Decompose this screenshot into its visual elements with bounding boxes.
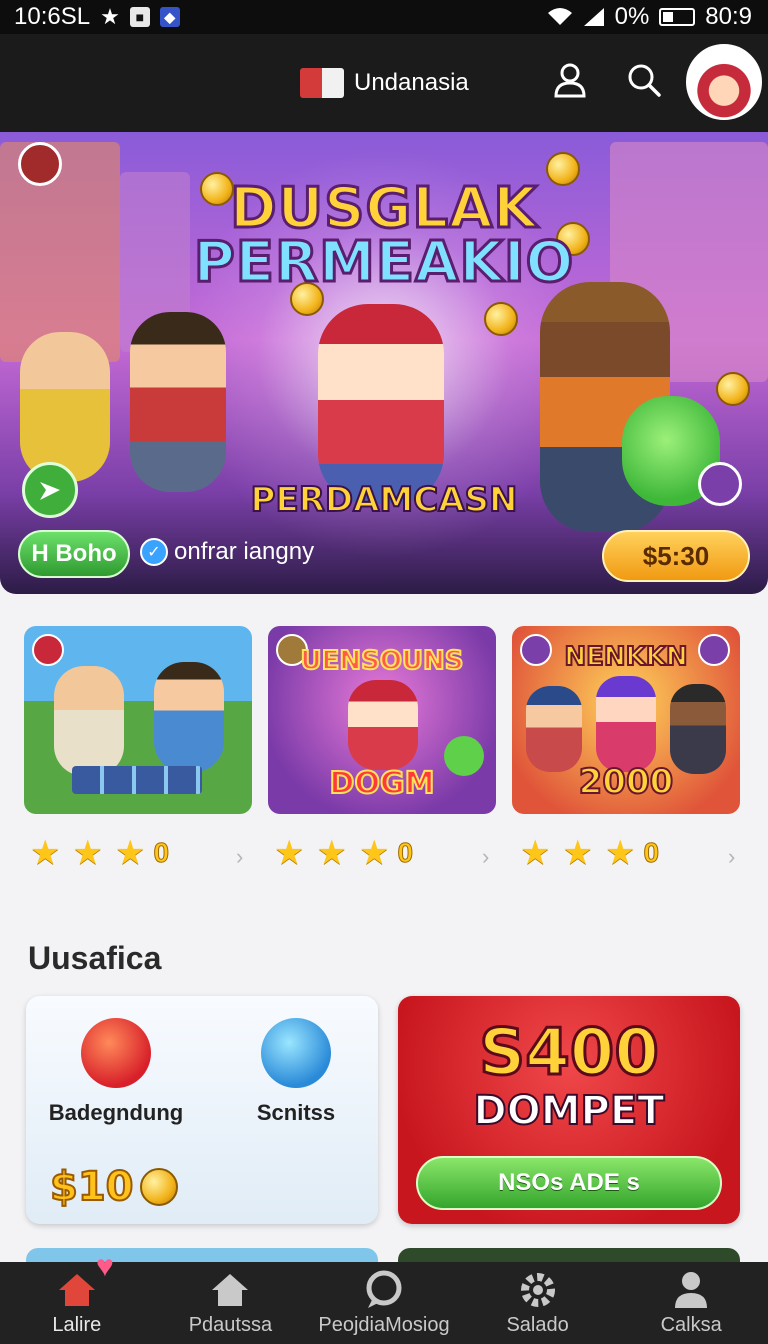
rating-1: ★ ★ ★ 0 bbox=[30, 834, 170, 872]
game-card-3-title: NENKKN bbox=[563, 641, 688, 673]
check-icon: ✓ bbox=[140, 538, 168, 566]
star-icon: ★ bbox=[358, 834, 390, 872]
status-time: 10:6SL bbox=[14, 3, 91, 30]
character-boy bbox=[130, 312, 226, 492]
battery-icon bbox=[659, 8, 696, 26]
brand-name: Undanasia bbox=[354, 69, 469, 96]
app-icon: ◆ bbox=[159, 7, 180, 27]
nav-item-2[interactable]: Pdautssa bbox=[154, 1262, 308, 1344]
battery-text: 0% bbox=[614, 3, 650, 30]
star-icon: ★ bbox=[100, 4, 120, 29]
game-card-2-title: UENSOUNS bbox=[299, 645, 464, 677]
nav-item-5[interactable]: Calksa bbox=[614, 1262, 768, 1344]
card-badge-icon bbox=[32, 634, 64, 666]
chevron-right-icon[interactable]: › bbox=[236, 844, 243, 870]
coin-icon bbox=[484, 302, 518, 336]
nav-label: PeojdiaMosiog bbox=[318, 1313, 450, 1336]
promo-item-1[interactable]: Badegndung bbox=[46, 1018, 186, 1126]
notification-icon: ■ bbox=[129, 7, 150, 27]
search-icon bbox=[628, 64, 661, 97]
coin-icon bbox=[716, 372, 750, 406]
chevron-right-icon[interactable]: › bbox=[482, 844, 489, 870]
profile-button[interactable] bbox=[550, 60, 590, 100]
rating-value: 0 bbox=[153, 837, 170, 869]
chat-icon bbox=[364, 1270, 404, 1310]
nav-item-home[interactable]: Lalire bbox=[0, 1262, 154, 1344]
status-bar: 10:6SL ★ ■ ◆ 0% 80:9 bbox=[0, 0, 768, 34]
star-icon: ★ bbox=[114, 834, 146, 872]
star-icon: ★ bbox=[562, 834, 593, 872]
rating-value: 0 bbox=[397, 837, 414, 869]
promo-amount: S400 bbox=[478, 1015, 661, 1092]
character-hero bbox=[318, 304, 444, 504]
coin-icon bbox=[139, 1168, 178, 1206]
avatar[interactable] bbox=[686, 44, 762, 120]
hero-verified: ✓ onfrar iangny bbox=[140, 538, 314, 566]
nav-label: Calksa bbox=[660, 1313, 722, 1336]
promo-card-left[interactable]: Badegndung Scnitss $10 bbox=[26, 996, 378, 1224]
search-button[interactable] bbox=[624, 60, 664, 100]
hero-banner[interactable]: DUSGLAK PERMEAKIO PERDAMCASN H Boho ✓ on… bbox=[0, 132, 768, 594]
wifi-icon bbox=[547, 8, 572, 25]
nav-label: Salado bbox=[506, 1313, 569, 1336]
promo-item-2[interactable]: Scnitss bbox=[226, 1018, 366, 1126]
game-card-2[interactable]: UENSOUNS DOGM bbox=[268, 626, 496, 814]
promo-cta-button[interactable]: NSOs ADE s bbox=[416, 1156, 722, 1210]
star-icon: ★ bbox=[604, 834, 636, 872]
game-card-3-label: 2000 bbox=[578, 761, 675, 803]
heart-icon: ♥ bbox=[96, 1250, 114, 1283]
brand[interactable]: Undanasia bbox=[300, 66, 469, 100]
game-card-3[interactable]: NENKKN 2000 bbox=[512, 626, 740, 814]
nav-label: Pdautssa bbox=[188, 1313, 273, 1336]
promo-price-value: $10 bbox=[49, 1163, 134, 1211]
star-icon: ★ bbox=[72, 834, 103, 872]
nav-item-3[interactable]: PeojdiaMosiog bbox=[307, 1262, 461, 1344]
section-title: Uusafica bbox=[28, 940, 162, 976]
character-left bbox=[20, 332, 110, 482]
hero-tag-button[interactable]: H Boho bbox=[18, 530, 130, 578]
star-icon: ★ bbox=[30, 834, 61, 872]
rating-2: ★ ★ ★ 0 bbox=[274, 834, 414, 872]
book-logo-icon bbox=[300, 66, 344, 100]
star-icon: ★ bbox=[316, 834, 347, 872]
promo-card-right[interactable]: S400 DOMPET NSOs ADE s bbox=[398, 996, 740, 1224]
hero-price-button[interactable]: $5:30 bbox=[602, 530, 750, 582]
game-cards: UENSOUNS DOGM NENKKN 2000 ★ ★ ★ 0 › ★ ★ … bbox=[24, 626, 744, 876]
star-icon: ★ bbox=[274, 834, 305, 872]
home-icon bbox=[57, 1270, 97, 1310]
gear-icon bbox=[518, 1270, 558, 1310]
verified-text: onfrar iangny bbox=[174, 538, 315, 565]
chevron-right-icon[interactable]: › bbox=[728, 844, 735, 870]
rating-value: 0 bbox=[643, 837, 660, 869]
profile-icon bbox=[554, 63, 586, 98]
blue-creature-icon bbox=[261, 1018, 331, 1088]
game-card-2-label: DOGM bbox=[329, 765, 436, 802]
user-icon bbox=[671, 1270, 711, 1310]
rating-3: ★ ★ ★ 0 bbox=[520, 834, 660, 872]
game-card-1[interactable] bbox=[24, 626, 252, 814]
star-icon: ★ bbox=[520, 834, 551, 872]
hero-subtitle: PERDAMCASN bbox=[250, 479, 519, 521]
nav-label: Lalire bbox=[52, 1313, 102, 1336]
promo-label: DOMPET bbox=[473, 1087, 666, 1135]
promo-item-1-label: Badegndung bbox=[48, 1100, 184, 1125]
promo-price: $10 bbox=[49, 1163, 178, 1211]
signal-icon bbox=[583, 8, 604, 26]
app-header: Undanasia bbox=[0, 34, 768, 132]
hero-title-line2: PERMEAKIO bbox=[192, 229, 575, 297]
status-clock: 80:9 bbox=[705, 3, 752, 30]
house-icon bbox=[210, 1270, 250, 1310]
nav-item-4[interactable]: Salado bbox=[461, 1262, 615, 1344]
promo-item-2-label: Scnitss bbox=[256, 1100, 336, 1125]
red-creature-icon bbox=[81, 1018, 151, 1088]
